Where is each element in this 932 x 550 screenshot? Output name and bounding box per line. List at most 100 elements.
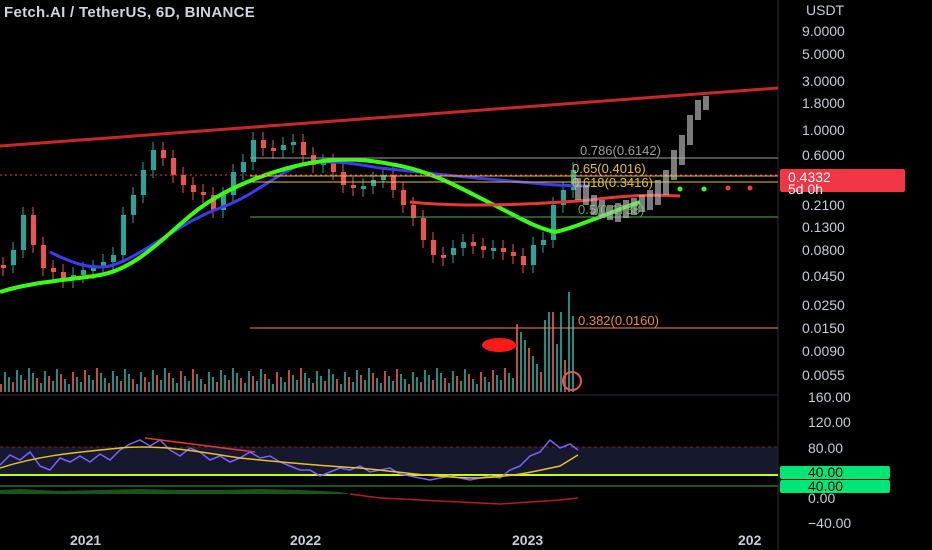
candle-body bbox=[151, 150, 156, 170]
moving-average-green bbox=[0, 157, 641, 294]
volume-bar bbox=[392, 381, 394, 392]
volume-bar bbox=[40, 383, 42, 392]
volume-bar bbox=[136, 384, 138, 392]
volume-bar bbox=[152, 370, 154, 392]
volume-bar bbox=[496, 375, 498, 392]
volume-bar bbox=[180, 371, 182, 392]
volume-bar bbox=[380, 383, 382, 392]
volume-bar bbox=[396, 369, 398, 392]
projection-bar bbox=[687, 115, 693, 145]
projection-bar bbox=[679, 135, 685, 165]
volume-bar bbox=[412, 372, 414, 392]
candle-body bbox=[401, 190, 406, 205]
volume-bar bbox=[312, 383, 314, 392]
candle-body bbox=[171, 158, 176, 175]
volume-bar bbox=[572, 316, 574, 392]
volume-bar bbox=[56, 369, 58, 392]
projection-bar bbox=[607, 205, 613, 220]
volume-bar bbox=[196, 374, 198, 392]
volume-bar bbox=[140, 372, 142, 392]
candle-body bbox=[261, 140, 266, 148]
volume-bar bbox=[228, 380, 230, 392]
volume-bar bbox=[76, 377, 78, 392]
volume-bar bbox=[268, 379, 270, 392]
volume-bar bbox=[548, 312, 550, 392]
candle-body bbox=[41, 245, 46, 268]
candle-body bbox=[241, 162, 246, 172]
volume-bar bbox=[324, 381, 326, 392]
candle-body bbox=[411, 205, 416, 218]
fib-label-0382: 0.382(0.0160) bbox=[578, 313, 659, 328]
osc-badge-value: 40.00 bbox=[808, 478, 843, 494]
candle-body bbox=[251, 140, 256, 162]
price-tick: 3.0000 bbox=[802, 73, 845, 89]
volume-bar bbox=[288, 370, 290, 392]
volume-bar bbox=[516, 324, 518, 392]
volume-bar bbox=[388, 376, 390, 392]
volume-bar bbox=[328, 369, 330, 392]
countdown: 5d 0h bbox=[788, 181, 823, 197]
volume-bar bbox=[112, 371, 114, 392]
volume-bar bbox=[332, 374, 334, 392]
volume-bar bbox=[364, 380, 366, 392]
price-tick: 0.1300 bbox=[802, 219, 845, 235]
dot-red-1 bbox=[725, 185, 731, 191]
candle-body bbox=[421, 218, 426, 240]
volume-bar bbox=[8, 377, 10, 392]
price-tick: 0.0150 bbox=[802, 320, 845, 336]
price-chart[interactable]: 0.786(0.6142) 0.65(0.4016) 0.618(0.3416)… bbox=[0, 0, 932, 550]
volume-bar bbox=[88, 375, 90, 392]
volume-bar bbox=[456, 376, 458, 392]
volume-bar bbox=[352, 382, 354, 392]
volume-bar bbox=[464, 369, 466, 392]
volume-bar bbox=[200, 379, 202, 392]
volume-bar bbox=[292, 375, 294, 392]
volume-bar bbox=[504, 368, 506, 392]
oscillator-axis[interactable]: 160.00120.0080.000.00−40.0040.0040.00 bbox=[780, 389, 890, 531]
candle-body bbox=[291, 142, 296, 145]
candle-body bbox=[181, 175, 186, 185]
volume-bar bbox=[204, 384, 206, 392]
volume-bar bbox=[556, 344, 558, 392]
volume-bar bbox=[400, 374, 402, 392]
projection-bar bbox=[671, 150, 677, 180]
volume-bar bbox=[344, 372, 346, 392]
volume-bar bbox=[348, 377, 350, 392]
volume-bar bbox=[264, 374, 266, 392]
price-tick: 9.0000 bbox=[802, 23, 845, 39]
current-price-badge: 0.4332 5d 0h bbox=[780, 169, 905, 197]
volume-bar bbox=[480, 372, 482, 392]
volume-bar bbox=[544, 320, 546, 392]
volume-bar bbox=[408, 384, 410, 392]
volume-bar bbox=[232, 368, 234, 392]
volume-bar bbox=[4, 372, 6, 392]
projection-bar bbox=[583, 185, 589, 205]
volume-bar bbox=[124, 369, 126, 392]
projection-bar bbox=[695, 100, 701, 120]
volume-bar bbox=[188, 381, 190, 392]
candle-body bbox=[491, 248, 496, 251]
dot-green-1 bbox=[677, 186, 683, 192]
volume-bar bbox=[32, 373, 34, 392]
volume-bar bbox=[376, 378, 378, 392]
candle-body bbox=[361, 186, 366, 189]
candle-body bbox=[11, 250, 16, 265]
volume-bar bbox=[508, 373, 510, 392]
volume-bar bbox=[336, 379, 338, 392]
volume-bar bbox=[236, 373, 238, 392]
projection-bar bbox=[591, 195, 597, 215]
projection-bar bbox=[599, 200, 605, 218]
volume-bar bbox=[424, 370, 426, 392]
volume-bar bbox=[304, 373, 306, 392]
candle-body bbox=[161, 150, 166, 158]
volume-bar bbox=[340, 384, 342, 392]
volume-bar bbox=[164, 368, 166, 392]
red-marker bbox=[482, 338, 516, 352]
volume-bar bbox=[72, 372, 74, 392]
volume-bar bbox=[360, 375, 362, 392]
volume-bar bbox=[280, 377, 282, 392]
candle-body bbox=[541, 240, 546, 245]
volume-bar bbox=[0, 384, 2, 392]
volume-bar bbox=[148, 382, 150, 392]
price-tick: 0.0055 bbox=[802, 367, 845, 383]
